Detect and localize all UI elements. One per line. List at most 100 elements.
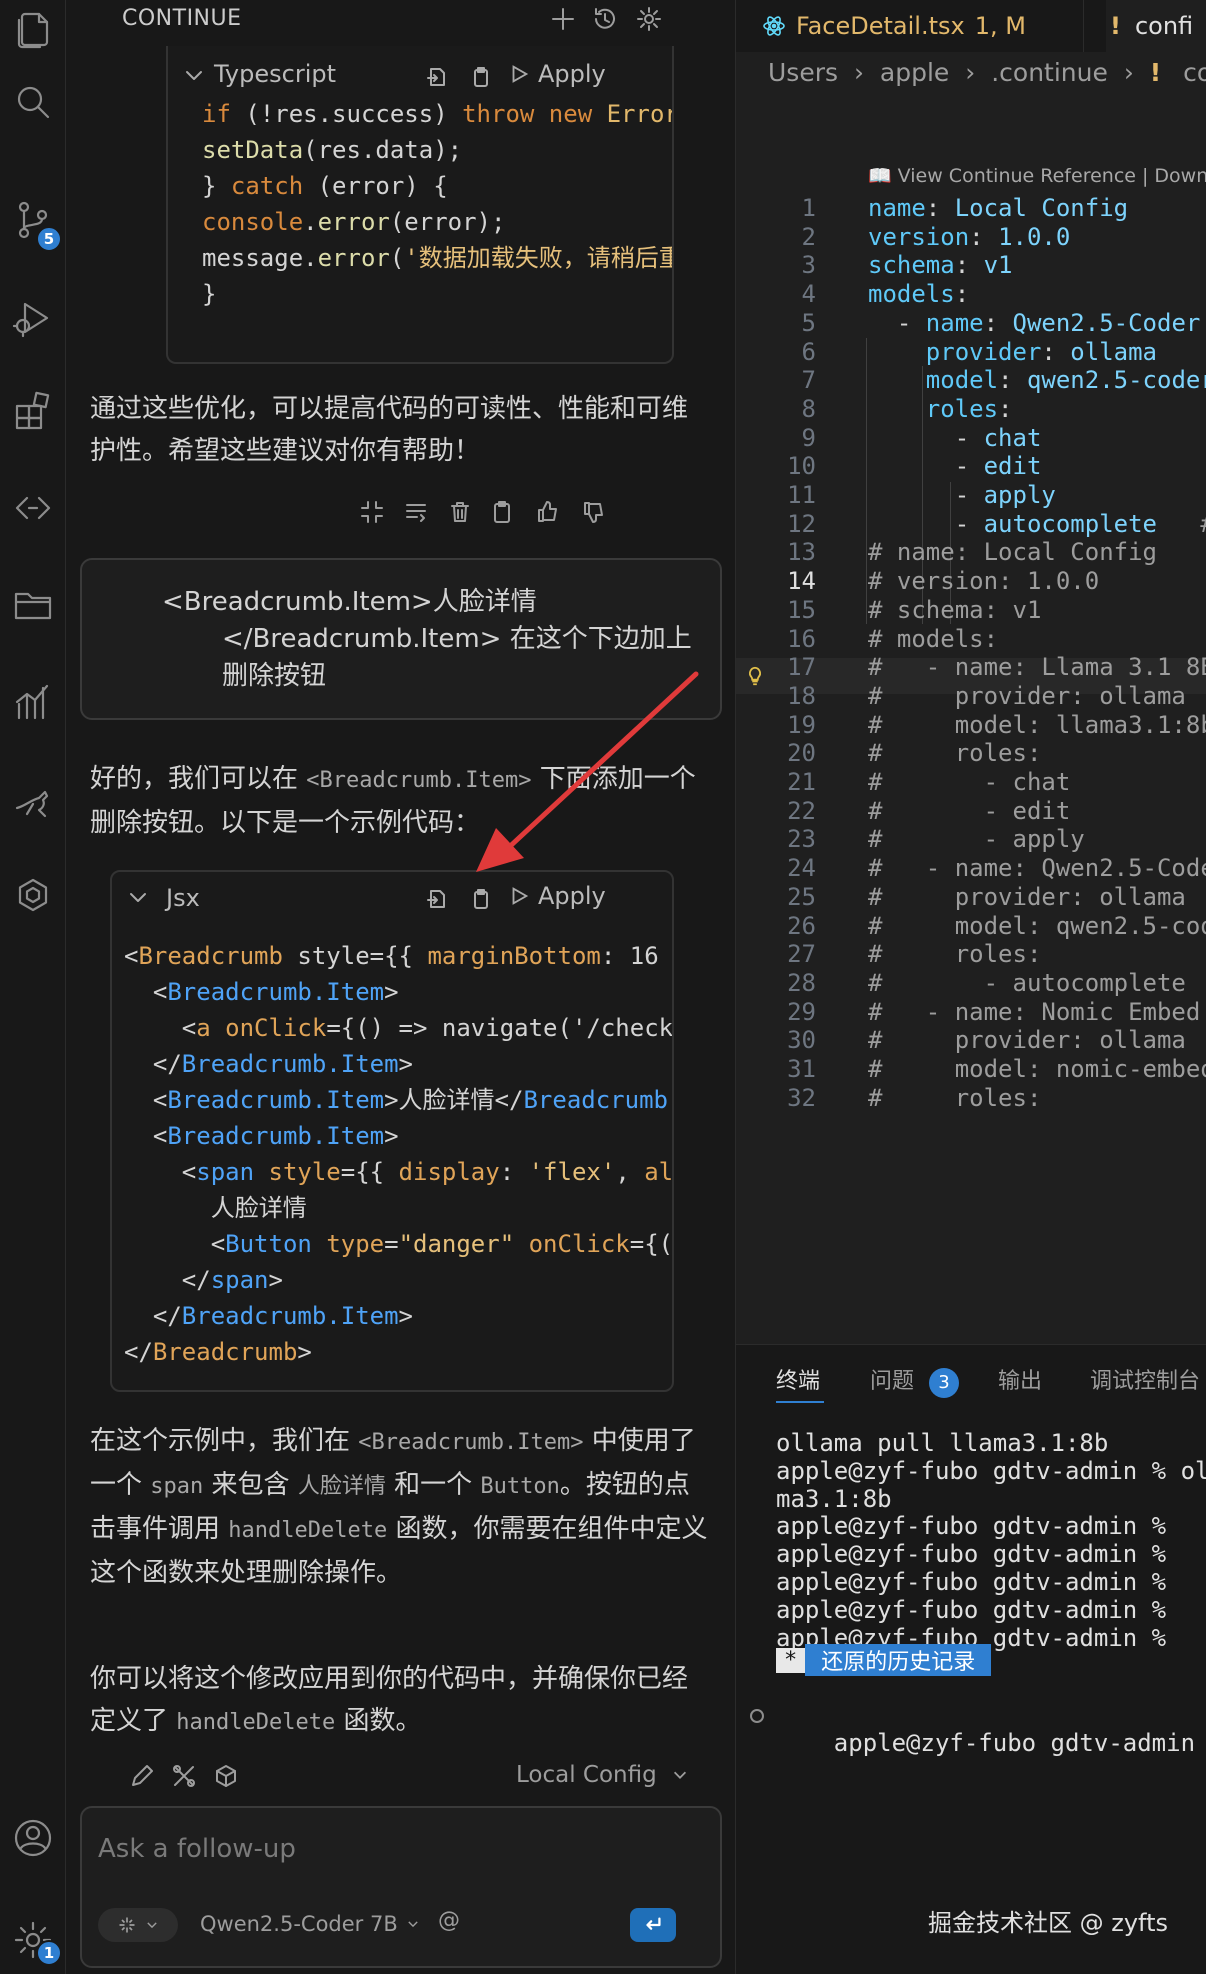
code-line: # - name: Qwen2.5-Coder [868,854,1206,883]
search-icon[interactable] [0,72,66,132]
line-number: 31 [787,1055,816,1083]
follow-up-input[interactable]: Ask a follow-up Qwen2.5-Coder 7B @ [80,1806,722,1968]
code-line: <Breadcrumb.Item>人脸详情</Breadcrumb.Item> [124,1086,672,1114]
history-icon[interactable] [588,2,622,36]
line-number: 19 [787,710,816,739]
code-line: - chat [868,423,1042,452]
code-line: roles: [925,394,1013,423]
line-number: 12 [787,509,816,538]
settings-icon[interactable] [632,2,666,36]
line-number: 9 [801,423,816,452]
code-line: - edit [868,452,1042,481]
copy-icon[interactable] [466,62,496,92]
apply-button[interactable]: Apply [508,60,606,88]
code-line: <span style={{ display: 'flex', alignIte… [124,1158,674,1186]
line-number: 6 [801,337,816,366]
new-chat-icon[interactable] [546,2,580,36]
code-line: if (!res.success) throw new Error( [202,100,674,128]
tab-config[interactable]: ! confi [1106,0,1206,52]
model-selector[interactable]: Qwen2.5-Coder 7B [200,1912,420,1936]
code-line: # model: qwen2.5-coder [868,911,1206,940]
run-debug-icon[interactable] [0,288,66,348]
copy-message-icon[interactable] [486,496,518,528]
code-line: <a onClick={() => navigate('/checkManage… [124,1014,674,1042]
tab-terminal[interactable]: 终端 [776,1363,824,1403]
line-number: 20 [787,739,816,768]
code-line: } [202,280,217,308]
terminal-line: ma3.1:8b [776,1484,892,1513]
openai-icon[interactable] [0,866,66,926]
user-message[interactable]: <Breadcrumb.Item>人脸详情</Breadcrumb.Item> … [80,558,722,720]
code-line: </Breadcrumb.Item> [124,1050,413,1078]
config-selector-label: Local Config [516,1762,657,1788]
tab-problems[interactable]: 问题 3 [870,1363,960,1398]
tab-filename: confi [1134,12,1194,40]
kangaroo-icon[interactable] [0,770,66,830]
config-selector[interactable]: Local Config [516,1762,689,1788]
code-line: # - name: Nomic Embed [868,997,1201,1026]
insert-at-cursor-icon[interactable] [422,884,452,914]
code-line: schema: v1 [868,251,1013,280]
at-mention-button[interactable]: @ [438,1908,460,1933]
thumbs-up-icon[interactable] [532,496,564,528]
active-tab-indicator [776,1401,824,1403]
mode-selector[interactable] [98,1908,178,1942]
apply-button[interactable]: Apply [508,882,606,910]
copy-icon[interactable] [466,884,496,914]
cube-icon[interactable] [210,1760,242,1792]
trash-icon[interactable] [444,496,476,528]
breadcrumb: Users › apple › .continue › ! conf [768,58,1206,87]
line-number: 18 [787,681,816,710]
terminal-line: apple@zyf-fubo gdtv-admin % oll [776,1456,1206,1485]
tab-output[interactable]: 输出 [998,1363,1042,1395]
line-number: 7 [801,366,816,395]
extensions-icon[interactable] [0,382,66,442]
code-line: message.error('数据加载失败，请稍后重试' [202,244,672,272]
activity-bar: 5 1 [0,0,66,1974]
terminal-prompt[interactable]: apple@zyf-fubo gdtv-admin % [776,1701,1206,1785]
list-icon[interactable] [400,496,432,528]
chevron-down-icon [408,1921,418,1928]
breadcrumb-item[interactable]: conf [1183,58,1206,87]
line-number: 17 [787,653,816,682]
code-block-header: Typescript Apply [168,46,672,96]
code-line: # schema: v1 [868,595,1042,624]
account-icon[interactable] [0,1808,66,1868]
submit-button[interactable] [630,1908,676,1942]
breadcrumb-item[interactable]: Users [768,58,838,87]
code-line: # - edit [868,796,1071,825]
tab-debug-console[interactable]: 调试控制台 [1090,1363,1200,1395]
codelens-reference[interactable]: 📖 View Continue Reference | Down [868,164,1206,187]
chevron-down-icon[interactable] [126,886,150,910]
code-line: # version: 1.0.0 [868,567,1100,596]
line-number: 29 [787,997,816,1026]
assistant-paragraph-3: 在这个示例中，我们在 <Breadcrumb.Item> 中使用了一个 span… [90,1426,708,1588]
insert-at-cursor-icon[interactable] [422,62,452,92]
line-number: 1 [801,194,816,222]
code-language-label: Typescript [214,60,337,88]
tab-facedetail[interactable]: FaceDetail.tsx 1, M [736,0,1084,52]
code-line: # roles: [868,1083,1042,1112]
line-number: 22 [787,796,816,825]
scm-count-badge: 5 [36,226,62,252]
command-status-icon [750,1709,764,1723]
pencil-icon[interactable] [126,1760,158,1792]
chevron-right-icon: › [853,58,864,87]
continue-icon[interactable] [0,478,66,538]
folder-icon[interactable] [0,574,66,634]
breadcrumb-item[interactable]: apple [880,58,949,87]
explorer-icon[interactable] [0,0,66,60]
chevron-down-icon[interactable] [182,64,206,88]
source-control-icon[interactable]: 5 [0,190,66,252]
settings-gear-icon[interactable]: 1 [0,1910,66,1970]
code-line: # - chat [868,768,1071,796]
tools-icon[interactable] [168,1760,200,1792]
breadcrumb-item[interactable]: .continue [991,58,1108,87]
collapse-icon[interactable] [356,496,388,528]
code-line: - apply [868,481,1056,509]
code-line: model: qwen2.5-coder [925,366,1206,395]
line-number: 28 [787,968,816,997]
editor-tabs: FaceDetail.tsx 1, M ! confi [736,0,1206,52]
analytics-icon[interactable] [0,672,66,732]
thumbs-down-icon[interactable] [578,496,610,528]
